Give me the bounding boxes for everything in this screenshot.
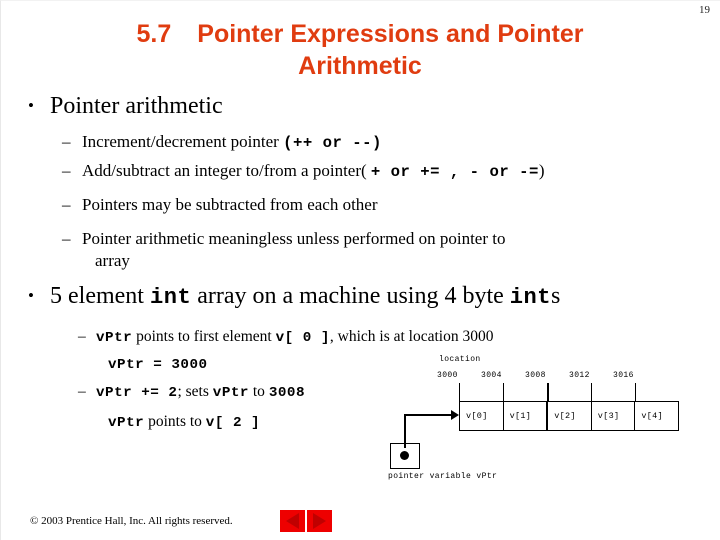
- page-number: 19: [699, 4, 710, 16]
- sub-bullet-pointers-subtracted-text: Pointers may be subtracted from each oth…: [82, 195, 378, 214]
- bullet-pointer-arithmetic-label: Pointer arithmetic: [50, 93, 223, 119]
- sub-bullet-meaningless: – Pointer arithmetic meaningless unless p…: [62, 228, 505, 250]
- slide-title: 5.7 Pointer Expressions and Pointer Arith…: [60, 18, 660, 82]
- points-to-text: points to: [144, 413, 206, 430]
- code-int-type-2: int: [509, 285, 552, 310]
- address-label-3008: 3008: [525, 371, 546, 380]
- code-vptr-3: vPtr: [108, 415, 145, 431]
- pointer-arrowhead-icon: [451, 410, 459, 420]
- array-cell-v2: v[2]: [546, 402, 591, 430]
- code-3008: 3008: [268, 385, 306, 401]
- code-vptr-1: vPtr: [96, 330, 133, 346]
- title-section-number: 5.7: [136, 20, 172, 48]
- address-tick-3000: [459, 383, 460, 401]
- array-v: v[0] v[1] v[2] v[3] v[4]: [459, 401, 679, 431]
- sub-bullet-meaningless-text: Pointer arithmetic meaningless unless pe…: [82, 229, 506, 248]
- sub-bullet-add-subtract-text-after: ): [538, 161, 545, 180]
- sub-bullet-sets-text: ; sets: [177, 383, 213, 400]
- sub-bullet-to-text: to: [249, 383, 269, 400]
- code-v-index-0: v[ 0 ]: [275, 330, 330, 346]
- bullet-marker: •: [28, 286, 34, 305]
- code-v-index-2: v[ 2 ]: [205, 415, 261, 431]
- previous-slide-button[interactable]: [280, 510, 305, 532]
- code-vptr-2: vPtr: [212, 385, 249, 401]
- title-line-1: Pointer Expressions and Pointer: [197, 20, 584, 48]
- dash-marker: –: [78, 328, 86, 345]
- address-label-3004: 3004: [481, 371, 502, 380]
- sub-bullet-vptr-plus-equals: – vPtr += 2; sets vPtr to 3008: [78, 382, 305, 403]
- address-tick-3016: [635, 383, 636, 401]
- array-cell-v1: v[1]: [502, 402, 547, 430]
- address-tick-3012: [591, 383, 592, 401]
- code-int-type-1: int: [149, 285, 192, 310]
- dash-marker: –: [62, 132, 71, 151]
- sub-bullet-vptr-text-1: points to first element: [132, 328, 276, 345]
- next-slide-button[interactable]: [307, 510, 332, 532]
- code-increment-decrement: (++ or --): [283, 134, 382, 152]
- pointer-leader-horizontal: [404, 414, 451, 416]
- sub-bullet-meaningless-wrap: array: [95, 251, 130, 270]
- bullet-five-element-part1: 5 element: [50, 283, 150, 309]
- code-vptr-plus-equals-2: vPtr += 2: [96, 385, 178, 401]
- dash-marker: –: [62, 229, 71, 248]
- slide: 19 5.7 Pointer Expressions and Pointer Ar…: [0, 0, 720, 540]
- array-cell-v3: v[3]: [590, 402, 635, 430]
- address-tick-3004: [503, 383, 504, 401]
- sub-bullet-add-subtract: – Add/subtract an integer to/from a point…: [62, 160, 545, 182]
- title-line-2: Arithmetic: [298, 52, 422, 80]
- bullet-five-element-array: • 5 element int array on a machine using …: [28, 282, 560, 311]
- array-cell-v0: v[0]: [466, 411, 488, 421]
- sub-bullet-add-subtract-text: Add/subtract an integer to/from a pointe…: [82, 161, 371, 180]
- sub-bullet-increment-decrement-text: Increment/decrement pointer: [82, 132, 284, 151]
- code-vptr-equals-3000: vPtr = 3000: [108, 357, 208, 373]
- address-label-3012: 3012: [569, 371, 590, 380]
- sub-bullet-pointers-subtracted: – Pointers may be subtracted from each ot…: [62, 194, 378, 216]
- address-label-3000: 3000: [437, 371, 458, 380]
- diagram-location-label: location: [439, 355, 481, 364]
- pointer-dot: [400, 451, 409, 460]
- sub-bullet-vptr-text-2: , which is at location 3000: [329, 328, 494, 345]
- copyright-text: © 2003 Prentice Hall, Inc. All rights re…: [30, 515, 233, 527]
- address-label-3016: 3016: [613, 371, 634, 380]
- sub-bullet-vptr-first-element: – vPtr points to first element v[ 0 ], wh…: [78, 327, 493, 348]
- dash-marker: –: [62, 161, 71, 180]
- array-cell-v4: v[4]: [634, 402, 678, 430]
- dash-marker: –: [62, 195, 71, 214]
- line-vptr-points-to-v2: vPtr points to v[ 2 ]: [108, 412, 260, 433]
- bullet-five-element-part3: s: [551, 283, 561, 309]
- triangle-right-icon: [313, 513, 326, 529]
- line-vptr-equals-3000: vPtr = 3000: [108, 354, 208, 375]
- address-tick-3008: [547, 383, 549, 401]
- dash-marker: –: [78, 383, 86, 400]
- bullet-pointer-arithmetic: • Pointer arithmetic: [28, 92, 223, 120]
- pointer-leader-vertical: [404, 414, 406, 448]
- bullet-five-element-part2: array on a machine using 4 byte: [191, 283, 510, 309]
- pointer-variable-label: pointer variable vPtr: [388, 472, 498, 481]
- triangle-left-icon: [286, 513, 299, 529]
- bullet-marker: •: [28, 96, 34, 115]
- code-add-subtract-ops: + or += , - or -=: [370, 163, 539, 181]
- sub-bullet-increment-decrement: – Increment/decrement pointer (++ or --): [62, 131, 382, 153]
